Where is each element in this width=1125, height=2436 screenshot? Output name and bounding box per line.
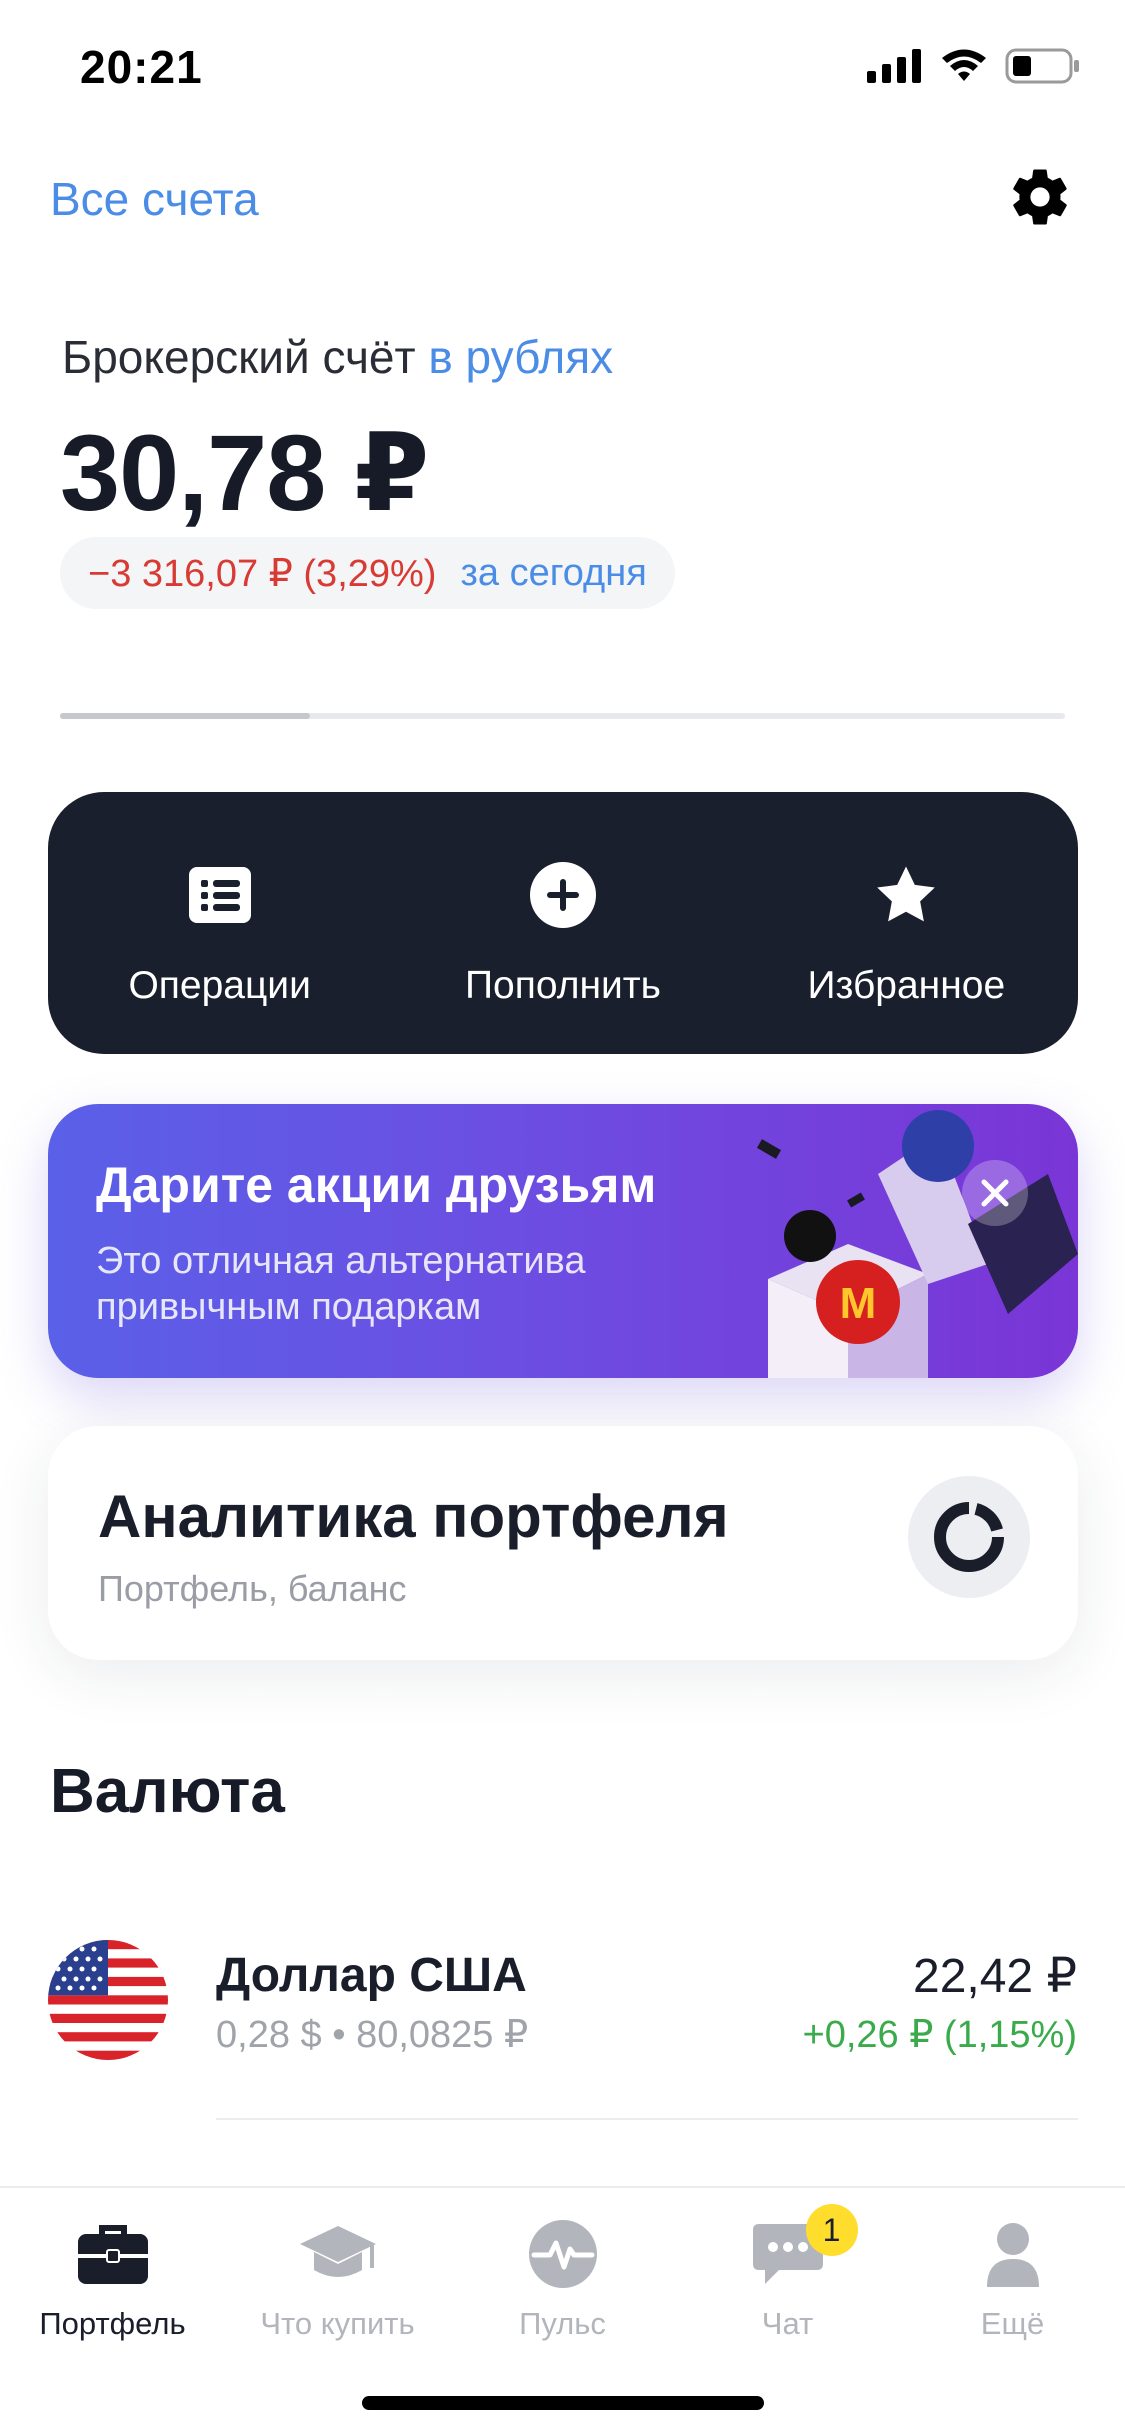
accounts-pager xyxy=(60,713,1065,719)
donut-chart-icon xyxy=(934,1502,1004,1572)
promo-close-button[interactable] xyxy=(962,1160,1028,1226)
chat-unread-badge: 1 xyxy=(805,2204,858,2256)
close-icon xyxy=(981,1179,1009,1207)
asset-meta: 0,28 $ • 80,0825 ₽ xyxy=(216,2014,529,2056)
all-accounts-link[interactable]: Все счета xyxy=(50,172,259,226)
graduation-cap-icon xyxy=(299,2226,376,2277)
signal-icon xyxy=(867,49,921,83)
accounts-pager-indicator xyxy=(60,713,310,719)
tab-portfolio[interactable]: Портфель xyxy=(0,2214,225,2342)
daily-change-period: за сегодня xyxy=(460,551,647,594)
operations-button[interactable]: Операции xyxy=(48,792,391,1054)
daily-change-pill[interactable]: −3 316,07 ₽ (3,29%) за сегодня xyxy=(60,537,675,609)
profile-icon xyxy=(986,2223,1039,2287)
status-bar: 20:21 xyxy=(0,0,1125,140)
tab-more[interactable]: Ещё xyxy=(900,2214,1125,2342)
pulse-icon xyxy=(528,2220,597,2288)
list-icon xyxy=(188,867,251,923)
tab-what-to-buy[interactable]: Что купить xyxy=(225,2214,450,2342)
home-indicator[interactable] xyxy=(362,2396,764,2410)
tab-pulse-label: Пульс xyxy=(519,2306,606,2341)
asset-name: Доллар США xyxy=(216,1949,527,2002)
promo-title: Дарите акции друзьям xyxy=(96,1157,657,1213)
daily-change-value: −3 316,07 ₽ (3,29%) xyxy=(88,552,437,595)
header: Все счета xyxy=(0,160,1125,240)
status-icons xyxy=(867,48,1081,84)
gift-box-illustration: M xyxy=(756,1110,1078,1378)
tab-portfolio-label: Портфель xyxy=(39,2306,186,2341)
tab-what-to-buy-label: Что купить xyxy=(260,2306,415,2341)
tab-chat-label: Чат xyxy=(761,2306,814,2341)
asset-value: 22,42 ₽ xyxy=(913,1950,1077,2003)
account-label[interactable]: Брокерский счёт в рублях xyxy=(62,330,613,384)
plus-circle-icon xyxy=(529,862,596,928)
account-type: Брокерский счёт xyxy=(62,331,416,383)
analytics-subtitle: Портфель, баланс xyxy=(98,1568,407,1609)
favorites-label: Избранное xyxy=(807,964,1006,1007)
tab-more-label: Ещё xyxy=(980,2306,1045,2341)
analytics-button[interactable] xyxy=(908,1476,1030,1598)
promo-text: Это отличная альтернатива привычным пода… xyxy=(96,1240,586,1328)
operations-label: Операции xyxy=(128,964,311,1007)
asset-change: +0,26 ₽ (1,15%) xyxy=(802,2014,1078,2056)
portfolio-analytics-card[interactable]: Аналитика портфеля Портфель, баланс xyxy=(48,1426,1078,1660)
account-currency-selector[interactable]: в рублях xyxy=(428,331,613,383)
analytics-title: Аналитика портфеля xyxy=(98,1483,729,1550)
currency-section-title: Валюта xyxy=(50,1757,285,1826)
gift-stocks-banner[interactable]: Дарите акции друзьям Это отличная альтер… xyxy=(48,1104,1078,1378)
tab-chat[interactable]: 1 Чат xyxy=(675,2204,900,2342)
star-icon xyxy=(877,866,936,922)
top-up-label: Пополнить xyxy=(465,964,661,1007)
account-balance: 30,78 ₽ xyxy=(60,412,429,533)
us-flag-icon xyxy=(48,1940,168,2060)
battery-icon xyxy=(1005,48,1079,84)
tab-pulse[interactable]: Пульс xyxy=(450,2214,675,2342)
list-divider xyxy=(216,2118,1078,2120)
wifi-icon xyxy=(942,49,986,81)
list-item[interactable]: Доллар США 0,28 $ • 80,0825 ₽ 22,42 ₽ +0… xyxy=(0,1930,1125,2070)
favorites-button[interactable]: Избранное xyxy=(735,792,1078,1054)
svg-text:M: M xyxy=(840,1279,877,1328)
status-time: 20:21 xyxy=(80,41,203,93)
briefcase-icon xyxy=(77,2225,148,2284)
top-up-button[interactable]: Пополнить xyxy=(391,792,734,1054)
quick-actions-panel: Операции Пополнить Избранное xyxy=(48,792,1078,1054)
gear-icon[interactable] xyxy=(1007,164,1073,230)
